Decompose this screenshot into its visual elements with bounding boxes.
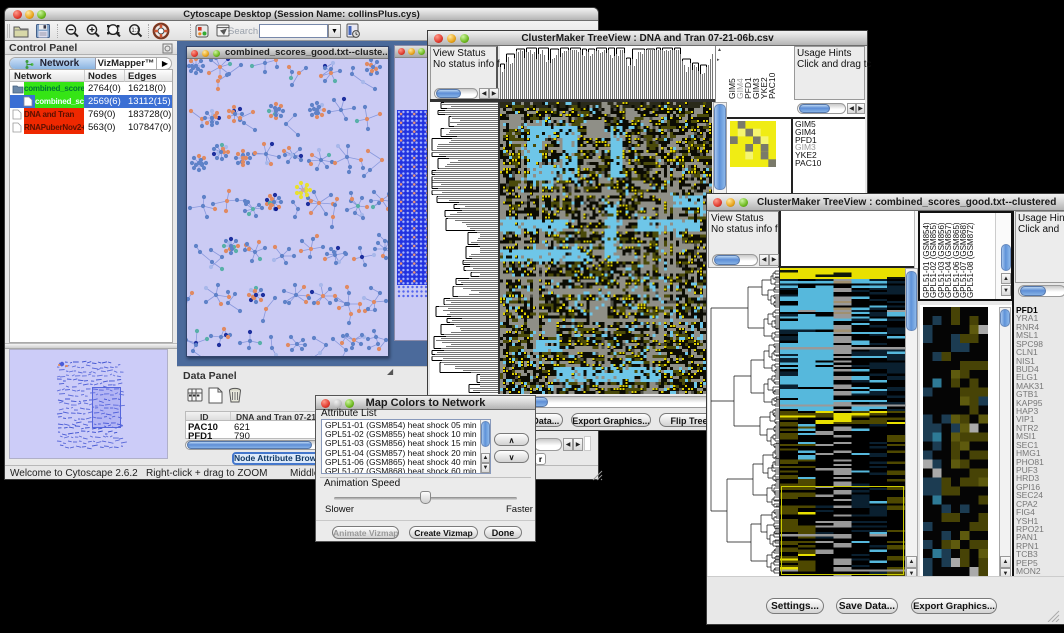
svg-text:1:1: 1:1 xyxy=(131,28,140,34)
